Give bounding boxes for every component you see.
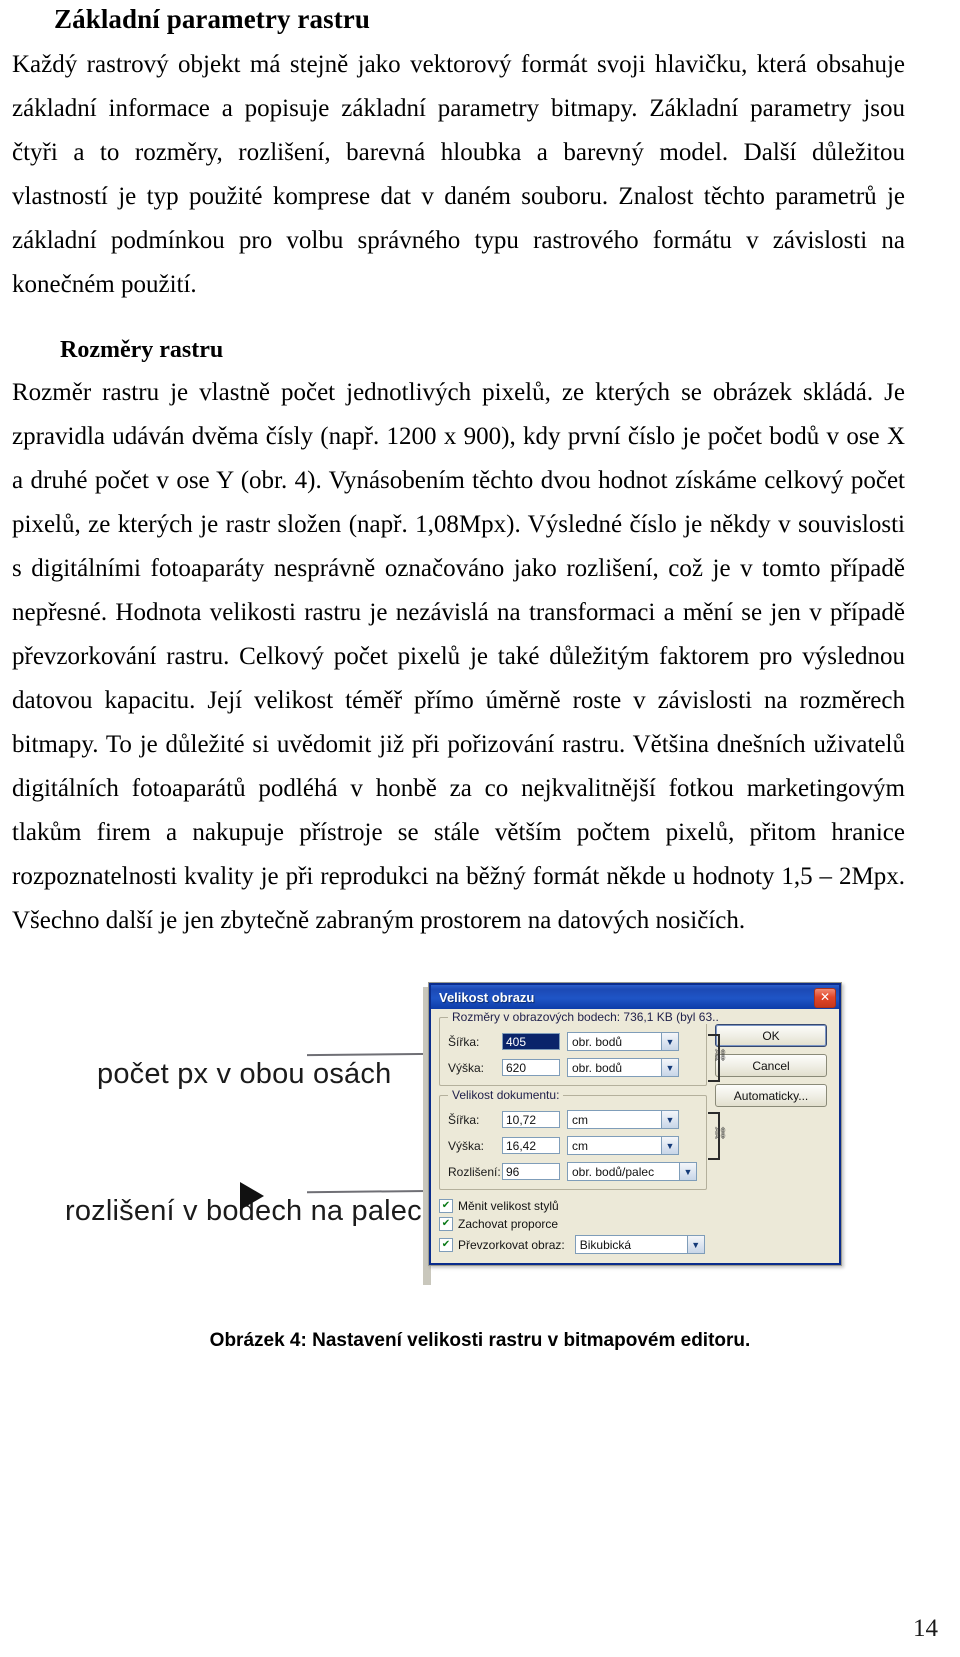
doc-height-unit-select[interactable]: cm ▼ <box>567 1136 679 1155</box>
chain-link-icon: ⛓ <box>712 1048 728 1062</box>
pixel-width-row: Šířka: 405 obr. bodů ▼ ⛓ <box>448 1032 728 1082</box>
figure-4: počet px v obou osách rozlišení v bodech… <box>0 950 960 1370</box>
annotation-pixels-both-axes: počet px v obou osách <box>97 1058 392 1090</box>
figure-canvas: počet px v obou osách rozlišení v bodech… <box>55 950 900 1295</box>
document-size-legend: Velikost dokumentu: <box>448 1088 564 1102</box>
page-title: Základní parametry rastru <box>54 4 370 34</box>
doc-resolution-input[interactable]: 96 <box>502 1163 560 1180</box>
pixel-dimensions-legend: Rozměry v obrazových bodech: 736,1 KB (b… <box>448 1010 723 1024</box>
chevron-down-icon: ▼ <box>661 1111 678 1128</box>
arrow-pointer-bottom-icon <box>240 1182 264 1210</box>
pixel-width-unit-value: obr. bodů <box>572 1034 623 1049</box>
doc-width-input[interactable]: 10,72 <box>502 1111 560 1128</box>
resample-method-value: Bikubická <box>579 1237 632 1252</box>
doc-width-row: Šířka: 10,72 cm ▼ ⛓ <box>448 1110 728 1160</box>
paragraph-raster-dimensions: Rozměr rastru je vlastně počet jednotliv… <box>12 379 905 934</box>
doc-resolution-row: Rozlišení: 96 obr. bodů/palec ▼ <box>448 1162 698 1181</box>
scale-styles-checkbox[interactable]: ✔ <box>439 1199 453 1213</box>
doc-height-label: Výška: <box>448 1138 485 1153</box>
paragraph-intro: Každý rastrový objekt má stejně jako vek… <box>12 51 905 298</box>
chevron-down-icon: ▼ <box>661 1059 678 1076</box>
constrain-proportions-row[interactable]: ✔ Zachovat proporce <box>439 1217 707 1231</box>
chevron-down-icon: ▼ <box>661 1033 678 1050</box>
doc-resolution-unit-value: obr. bodů/palec <box>572 1164 655 1179</box>
chevron-down-icon: ▼ <box>679 1163 696 1180</box>
dialog-titlebar: Velikost obrazu ✕ <box>431 985 839 1009</box>
pixel-width-input[interactable]: 405 <box>502 1033 560 1050</box>
subsection-heading: Rozměry rastru <box>60 337 224 363</box>
scale-styles-row[interactable]: ✔ Měnit velikost stylů <box>439 1199 707 1213</box>
constrain-proportions-checkbox[interactable]: ✔ <box>439 1217 453 1231</box>
ok-button[interactable]: OK <box>715 1024 827 1047</box>
doc-width-unit-value: cm <box>572 1112 588 1127</box>
doc-width-label: Šířka: <box>448 1112 480 1127</box>
pixel-height-row: Výška: 620 obr. bodů ▼ <box>448 1058 698 1077</box>
chevron-down-icon: ▼ <box>661 1137 678 1154</box>
scale-styles-label: Měnit velikost stylů <box>458 1199 559 1213</box>
document-page: Základní parametry rastru Každý rastrový… <box>0 0 960 1657</box>
dialog-frame: Velikost obrazu ✕ Rozměry v obrazových b… <box>429 983 841 1265</box>
pixel-height-input[interactable]: 620 <box>502 1059 560 1076</box>
dialog-title: Velikost obrazu <box>439 989 535 1005</box>
resample-image-row[interactable]: ✔ Převzorkovat obraz: Bikubická ▼ <box>439 1235 707 1254</box>
doc-resolution-label: Rozlišení: <box>448 1164 501 1179</box>
page-number: 14 <box>913 1615 938 1642</box>
pixel-height-unit-select[interactable]: obr. bodů ▼ <box>567 1058 679 1077</box>
dialog-left-column: Rozměry v obrazových bodech: 736,1 KB (b… <box>439 1010 728 1254</box>
cancel-button[interactable]: Cancel <box>715 1054 827 1077</box>
doc-height-input[interactable]: 16,42 <box>502 1137 560 1154</box>
doc-height-unit-value: cm <box>572 1138 588 1153</box>
resample-image-checkbox[interactable]: ✔ <box>439 1237 453 1252</box>
resample-image-label: Převzorkovat obraz: <box>458 1237 565 1252</box>
image-size-dialog: Velikost obrazu ✕ Rozměry v obrazových b… <box>428 982 842 1266</box>
doc-width-unit-select[interactable]: cm ▼ <box>567 1110 679 1129</box>
pixel-width-label: Šířka: <box>448 1034 480 1049</box>
auto-button[interactable]: Automaticky... <box>715 1084 827 1107</box>
doc-resolution-unit-select[interactable]: obr. bodů/palec ▼ <box>567 1162 697 1181</box>
page-content: Základní parametry rastru Každý rastrový… <box>12 0 905 943</box>
dialog-button-column: OK Cancel Automaticky... <box>715 1017 827 1254</box>
document-size-group: Velikost dokumentu: Šířka: 10,72 cm ▼ ⛓ … <box>439 1088 728 1190</box>
doc-height-row: Výška: 16,42 cm ▼ <box>448 1136 698 1155</box>
pixel-height-unit-value: obr. bodů <box>572 1060 623 1075</box>
resample-method-select[interactable]: Bikubická ▼ <box>574 1235 705 1254</box>
close-icon[interactable]: ✕ <box>814 988 836 1008</box>
dialog-body: Rozměry v obrazových bodech: 736,1 KB (b… <box>431 1009 839 1263</box>
constrain-proportions-label: Zachovat proporce <box>458 1217 559 1231</box>
figure-caption: Obrázek 4: Nastavení velikosti rastru v … <box>209 1330 751 1351</box>
chain-link-icon: ⛓ <box>712 1126 728 1140</box>
pixel-width-unit-select[interactable]: obr. bodů ▼ <box>567 1032 679 1051</box>
chevron-down-icon: ▼ <box>686 1236 704 1253</box>
pixel-dimensions-group: Rozměry v obrazových bodech: 736,1 KB (b… <box>439 1010 728 1086</box>
pixel-height-label: Výška: <box>448 1060 485 1075</box>
